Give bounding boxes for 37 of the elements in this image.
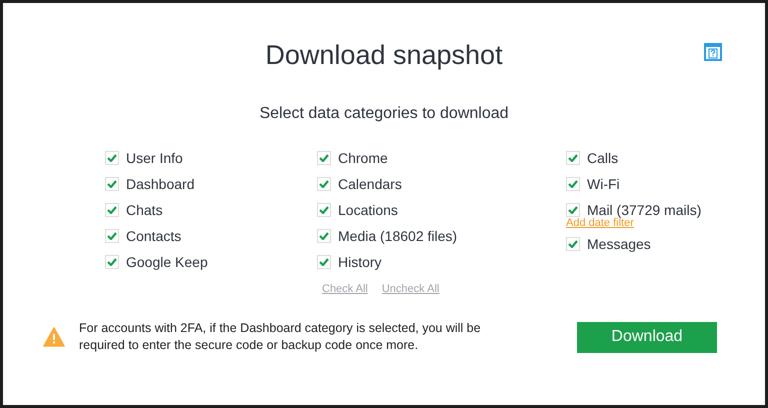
category-label: Wi-Fi: [587, 176, 620, 192]
checkbox[interactable]: [105, 177, 119, 191]
category-label: Messages: [587, 236, 651, 252]
checkbox[interactable]: [566, 203, 580, 217]
category-label: Mail (37729 mails): [587, 202, 702, 218]
category-label: Calls: [587, 150, 618, 166]
checkbox[interactable]: [105, 151, 119, 165]
category-label: User Info: [126, 150, 183, 166]
selection-link[interactable]: Check All: [322, 283, 368, 295]
category-label: Media (18602 files): [338, 228, 458, 244]
checkbox[interactable]: [105, 229, 119, 243]
checkbox[interactable]: [317, 203, 331, 217]
checkbox[interactable]: [105, 255, 119, 269]
checkbox[interactable]: [317, 151, 331, 165]
warning-icon: [43, 327, 65, 347]
checkbox[interactable]: [566, 177, 580, 191]
category-label: Dashboard: [126, 176, 194, 192]
dialog-title: Download snapshot: [265, 39, 503, 72]
category-label: Chrome: [338, 150, 388, 166]
selection-link[interactable]: Uncheck All: [382, 283, 440, 295]
category-label: History: [338, 254, 382, 270]
checkbox[interactable]: [566, 151, 580, 165]
category-label: Contacts: [126, 228, 182, 244]
checkbox[interactable]: [566, 237, 580, 251]
subtitle: Select data categories to download: [258, 105, 510, 123]
download-button[interactable]: Download: [577, 322, 717, 352]
category-label: Locations: [338, 202, 398, 218]
category-label: Chats: [126, 202, 163, 218]
checkbox[interactable]: [317, 177, 331, 191]
add-date-filter-link[interactable]: Add date filter: [566, 217, 702, 229]
checkbox[interactable]: [105, 203, 119, 217]
category-label: Calendars: [338, 176, 402, 192]
warning-text: For accounts with 2FA, if the Dashboard category is selected, you will be required to enter the secure code or backup code once more.: [79, 320, 482, 354]
checkbox[interactable]: [317, 229, 331, 243]
help-icon[interactable]: [704, 43, 722, 61]
checkbox[interactable]: [317, 255, 331, 269]
category-label: Google Keep: [126, 254, 208, 270]
